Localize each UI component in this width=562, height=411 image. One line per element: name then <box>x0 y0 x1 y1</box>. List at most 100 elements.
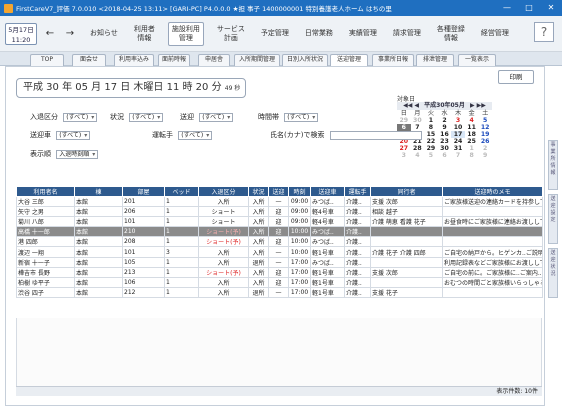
forward-arrow-icon[interactable]: → <box>63 28 77 39</box>
calendar-day[interactable]: 9 <box>438 124 452 131</box>
calendar-day[interactable]: 30 <box>438 145 452 152</box>
calendar-day[interactable]: 27 <box>397 145 411 152</box>
col-header[interactable]: 運転手 <box>344 186 371 197</box>
col-header[interactable]: 部屋 <box>122 186 165 197</box>
menu-riyousha[interactable]: 利用者 情報 <box>131 23 158 45</box>
close-button[interactable]: ✕ <box>540 0 562 16</box>
table-row[interactable]: 菊川 八郎 本館 101 1 ショート 入所迎 09:00 軽4号車 介護.. 介護 萌恵 看護 … <box>16 216 543 228</box>
table-row[interactable]: 港 四郎 本館 208 1 ショート(予) 入所迎 10:00 みつば.. 介護.. <box>16 236 543 248</box>
side-tab-settei[interactable]: 送迎設定 <box>548 194 558 244</box>
calendar-day[interactable]: 25 <box>465 138 479 145</box>
calendar-day[interactable]: 5 <box>478 117 492 124</box>
calendar-day[interactable]: 4 <box>411 152 425 159</box>
calendar-day[interactable]: 3 <box>397 152 411 159</box>
calendar-day[interactable]: 8 <box>424 124 438 131</box>
side-tab-jigyousho[interactable]: 事業所情報 <box>548 140 558 190</box>
menu-service[interactable]: サービス 計画 <box>214 23 248 45</box>
filter-sogei-select[interactable]: (すべて) ▾ <box>199 112 234 122</box>
calendar-day[interactable]: 1 <box>465 145 479 152</box>
calendar-day[interactable]: 2 <box>478 145 492 152</box>
calendar-day[interactable]: 4 <box>465 117 479 124</box>
calendar-day[interactable]: 5 <box>424 152 438 159</box>
table-row[interactable]: 渡辺 一翔 本館 101 3 入所 入所 —10:00 軽1号車 介護.. 介護 花子 介護 四郎… <box>16 246 543 258</box>
filter-sharyo-select[interactable]: (すべて) ▾ <box>56 130 91 140</box>
filter-untensha-select[interactable]: (すべて) ▾ <box>178 130 213 140</box>
maximize-button[interactable]: □ <box>518 0 540 16</box>
calendar-day[interactable]: 26 <box>478 138 492 145</box>
col-header[interactable]: 利用者名 <box>16 186 75 197</box>
calendar-day[interactable]: 9 <box>478 152 492 159</box>
calendar-day[interactable]: 7 <box>451 152 465 159</box>
print-button[interactable]: 印刷 <box>498 70 534 84</box>
tab-menzen[interactable]: 面前時報 <box>158 54 190 66</box>
tab-nichibetsu[interactable]: 日別入所状況 <box>282 54 328 66</box>
calendar-day[interactable]: 11 <box>465 124 479 131</box>
calendar-day[interactable]: 22 <box>424 138 438 145</box>
table-cell: — <box>268 246 289 258</box>
menu-keiei[interactable]: 経営管理 <box>478 27 512 40</box>
col-header[interactable]: 同行者 <box>370 186 443 197</box>
table-row[interactable]: 渋谷 四子 本館 212 1 入所 退所 —17:00 軽1号車 介護.. 支援 花子 <box>16 286 543 298</box>
col-header[interactable]: ベッド <box>164 186 199 197</box>
calendar-day[interactable]: 16 <box>438 131 452 138</box>
table-row[interactable]: 柏樹 ゆ平子 本館 106 1 入所 入所迎 17:00 軽1号車 介護.. おむつの時間ごと家族… <box>16 276 543 288</box>
display-order-select[interactable]: 入退時刻順 ▾ <box>56 149 99 159</box>
menu-seikyu[interactable]: 請求管理 <box>390 27 424 40</box>
table-row[interactable]: 大谷 三郎 本館 201 1 入所 入所 —09:00 みつば.. 介護.. 支援 次郎 ご家族様送… <box>16 195 543 208</box>
table-row[interactable]: 高橋 十一郎 本館 210 1 ショート(予) 入所迎 10:00 みつば.. 介護.. <box>16 226 543 238</box>
calendar-day[interactable]: 30 <box>411 117 425 124</box>
col-header[interactable]: 送迎 <box>268 186 289 197</box>
col-header[interactable]: 送迎車 <box>310 186 345 197</box>
col-header[interactable]: 棟 <box>74 186 123 197</box>
calendar-day[interactable]: 31 <box>451 145 465 152</box>
calendar-day[interactable]: 29 <box>397 117 411 124</box>
filter-nyusho-select[interactable]: (すべて) ▾ <box>63 112 98 122</box>
calendar-next-icon[interactable]: ▶ ▶▶ <box>470 102 486 109</box>
tab-top[interactable]: TOP <box>30 54 64 66</box>
filter-jikan-select[interactable]: (すべて) ▾ <box>284 112 319 122</box>
calendar-header: ◀◀ ◀ 平成30年05月 ▶ ▶▶ <box>397 102 492 110</box>
tab-haisetsu[interactable]: 排泄管理 <box>416 54 454 66</box>
tab-shinkyo[interactable]: 申居舎 <box>198 54 230 66</box>
calendar-day[interactable]: 12 <box>478 124 492 131</box>
menu-shisetsu[interactable]: 施設利用 管理 <box>167 21 204 46</box>
calendar-prev-icon[interactable]: ◀◀ ◀ <box>403 102 419 109</box>
calendar-day[interactable]: 29 <box>424 145 438 152</box>
tab-ichiran[interactable]: 一覧表示 <box>458 54 496 66</box>
menu-yotei[interactable]: 予定管理 <box>258 27 292 40</box>
tab-menkai[interactable]: 面会せ <box>72 54 106 66</box>
calendar-day[interactable]: 23 <box>438 138 452 145</box>
calendar-day[interactable]: 15 <box>424 131 438 138</box>
tab-jigyousho[interactable]: 事業所日報 <box>372 54 414 66</box>
calendar-day[interactable]: 8 <box>465 152 479 159</box>
calendar-day[interactable]: 10 <box>451 124 465 131</box>
minimize-button[interactable]: — <box>496 0 518 16</box>
calendar-day[interactable]: 2 <box>438 117 452 124</box>
menu-touroku[interactable]: 各種登録 情報 <box>434 23 468 45</box>
calendar-day[interactable]: 28 <box>411 145 425 152</box>
calendar-day[interactable]: 24 <box>451 138 465 145</box>
menu-oshirase[interactable]: お知らせ <box>87 27 121 40</box>
col-header[interactable]: 送迎時のメモ <box>442 186 543 197</box>
calendar-day[interactable]: 6 <box>438 152 452 159</box>
back-arrow-icon[interactable]: ← <box>43 28 57 39</box>
menu-nichijo[interactable]: 日常業務 <box>302 27 336 40</box>
tab-riyouritsu[interactable]: 利用率込み <box>114 54 154 66</box>
menu-jisseki[interactable]: 実績管理 <box>346 27 380 40</box>
table-row[interactable]: 新宿 十一子 本館 105 1 入所 退所 —17:00 みつば.. 介護.. 利用記録表などご家… <box>16 256 543 268</box>
search-input[interactable] <box>329 130 422 140</box>
help-icon[interactable]: ? <box>534 22 554 42</box>
calendar-day[interactable]: 18 <box>465 131 479 138</box>
calendar-day[interactable]: 1 <box>424 117 438 124</box>
calendar-day-selected[interactable]: 17 <box>451 131 465 138</box>
tab-nyusho-kanri[interactable]: 入所期間管理 <box>234 54 280 66</box>
col-header[interactable]: 入退区分 <box>198 186 249 197</box>
calendar-day[interactable]: 3 <box>451 117 465 124</box>
col-header[interactable]: 状況 <box>248 186 269 197</box>
col-header[interactable]: 時刻 <box>288 186 311 197</box>
table-row[interactable]: 樺吉市 長野 本館 213 1 ショート(予) 入所迎 17:00 軽1号車 介護.. 支援 次郎… <box>16 266 543 278</box>
table-row[interactable]: 矢守 之男 本館 206 1 ショート 入所迎 09:00 軽4号車 介護.. 相談 越子 <box>16 206 543 218</box>
side-tab-jokyo[interactable]: 送迎状況 <box>548 248 558 298</box>
filter-jokyo-select[interactable]: (すべて) ▾ <box>129 112 164 122</box>
calendar-day[interactable]: 19 <box>478 131 492 138</box>
